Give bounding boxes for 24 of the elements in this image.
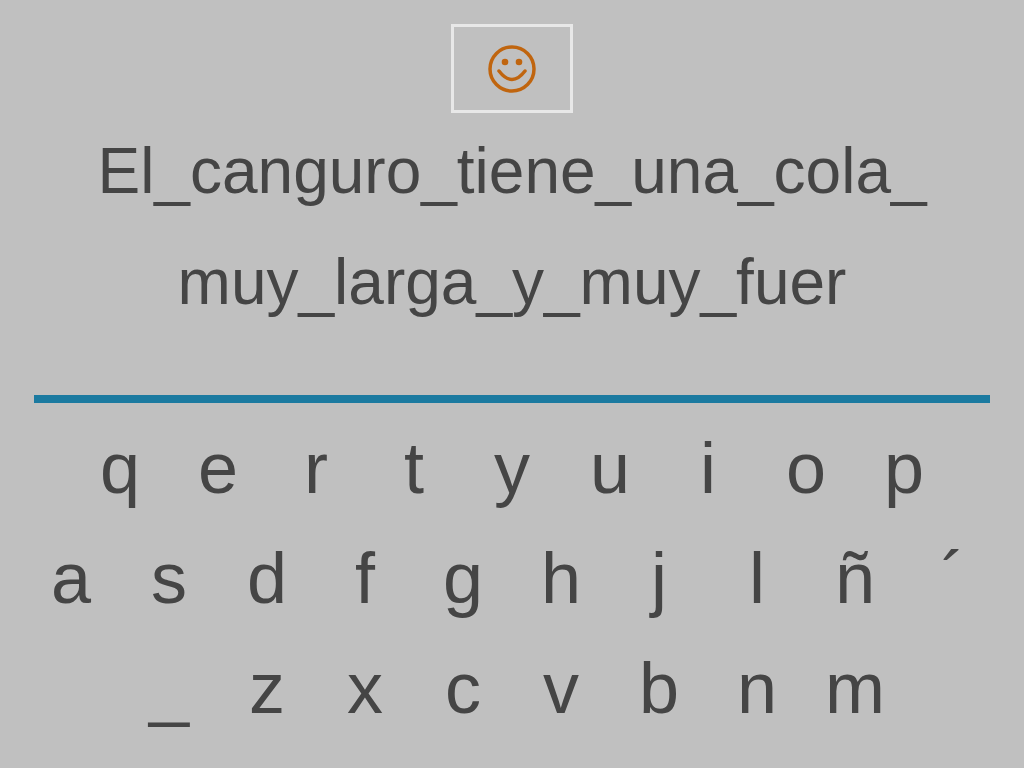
letter-key[interactable]: s — [120, 542, 218, 614]
letter-key[interactable]: b — [610, 652, 708, 724]
letter-key[interactable]: z — [218, 652, 316, 724]
letter-key[interactable]: n — [708, 652, 806, 724]
letter-key[interactable]: a — [22, 542, 120, 614]
letter-key[interactable]: c — [414, 652, 512, 724]
sentence-line: muy_larga_y_muy_fuer — [177, 245, 847, 320]
letter-key[interactable]: l — [708, 542, 806, 614]
letter-key[interactable]: r — [267, 432, 365, 504]
letter-key[interactable]: t — [365, 432, 463, 504]
letter-key[interactable]: i — [659, 432, 757, 504]
letter-key[interactable]: x — [316, 652, 414, 724]
sentence-line: El_canguro_tiene_una_cola_ — [97, 134, 927, 209]
letter-key[interactable]: ñ — [806, 542, 904, 614]
letter-key[interactable]: d — [218, 542, 316, 614]
smiley-face-icon — [487, 43, 537, 94]
letter-key[interactable]: v — [512, 652, 610, 724]
letter-key[interactable]: ´ — [904, 542, 1002, 614]
letter-key[interactable]: h — [512, 542, 610, 614]
letter-key[interactable]: m — [806, 652, 904, 724]
letter-key[interactable]: u — [561, 432, 659, 504]
letter-key[interactable]: e — [169, 432, 267, 504]
letter-key[interactable]: f — [316, 542, 414, 614]
letter-key[interactable]: o — [757, 432, 855, 504]
